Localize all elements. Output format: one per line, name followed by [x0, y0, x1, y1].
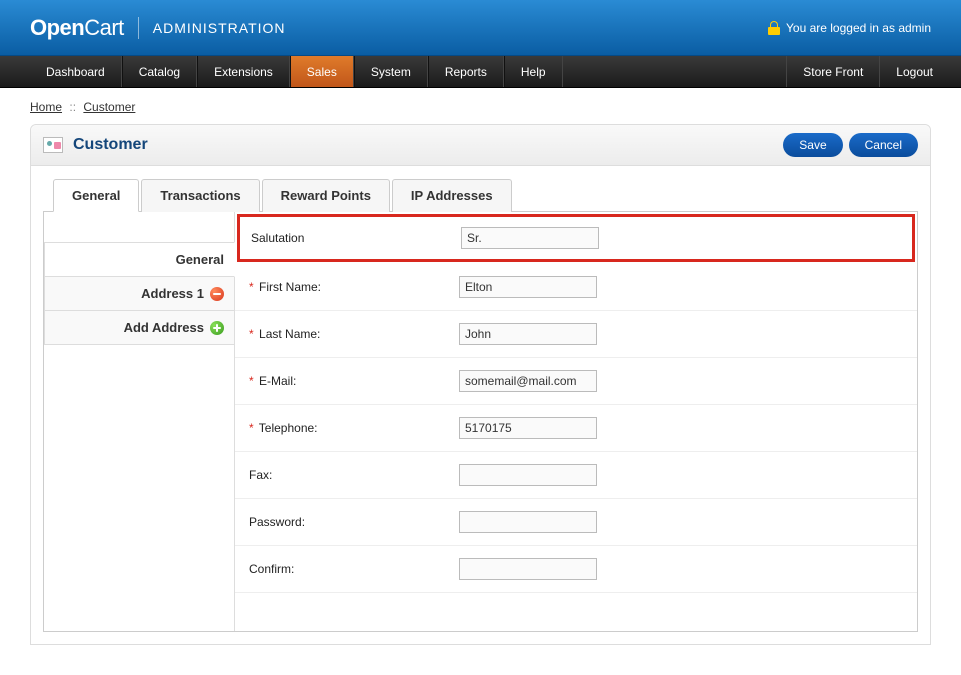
input-confirm[interactable]: [459, 558, 597, 580]
lock-icon: [768, 21, 780, 35]
nav-item-catalog[interactable]: Catalog: [122, 56, 197, 87]
vtabs: General Address 1 Add Address: [44, 212, 234, 631]
logo-part1: Open: [30, 15, 84, 40]
vtab-general[interactable]: General: [44, 242, 235, 277]
form-area: Salutation* First Name:* Last Name:* E-M…: [234, 212, 917, 631]
box-content: GeneralTransactionsReward PointsIP Addre…: [31, 166, 930, 644]
required-marker: *: [249, 280, 254, 294]
breadcrumb-sep: ::: [69, 100, 76, 114]
required-marker: *: [249, 421, 254, 435]
tabs: GeneralTransactionsReward PointsIP Addre…: [43, 178, 918, 212]
input-e-mail[interactable]: [459, 370, 597, 392]
customer-icon: [43, 137, 63, 153]
field-label-text: Confirm:: [249, 562, 294, 576]
form-row-telephone: * Telephone:: [235, 405, 917, 452]
form-row-fax: Fax:: [235, 452, 917, 499]
tab-transactions[interactable]: Transactions: [141, 179, 259, 212]
nav-item-store-front[interactable]: Store Front: [786, 56, 879, 87]
field-label-text: Salutation: [251, 231, 304, 245]
tab-general[interactable]: General: [53, 179, 139, 212]
tab-reward-points[interactable]: Reward Points: [262, 179, 390, 212]
remove-icon[interactable]: [210, 287, 224, 301]
nav-item-logout[interactable]: Logout: [879, 56, 949, 87]
field-label: Fax:: [249, 468, 459, 482]
field-label-text: Password:: [249, 515, 305, 529]
field-label: Password:: [249, 515, 459, 529]
nav-item-system[interactable]: System: [354, 56, 428, 87]
nav-item-extensions[interactable]: Extensions: [197, 56, 290, 87]
vtab-general-label: General: [176, 252, 224, 267]
nav-item-sales[interactable]: Sales: [290, 56, 354, 87]
form-row-e-mail: * E-Mail:: [235, 358, 917, 405]
login-status-text: You are logged in as admin: [786, 21, 931, 35]
header-subtitle: ADMINISTRATION: [153, 20, 286, 36]
content: Customer Save Cancel GeneralTransactions…: [0, 124, 961, 675]
input-fax[interactable]: [459, 464, 597, 486]
vtab-address-1[interactable]: Address 1: [44, 276, 234, 311]
field-label-text: First Name:: [259, 280, 321, 294]
cancel-button[interactable]: Cancel: [849, 133, 918, 157]
vtab-add-label: Add Address: [124, 320, 204, 335]
header: OpenCart ADMINISTRATION You are logged i…: [0, 0, 961, 56]
field-label-text: E-Mail:: [259, 374, 296, 388]
box: Customer Save Cancel GeneralTransactions…: [30, 124, 931, 645]
breadcrumb: Home :: Customer: [0, 88, 961, 124]
nav-item-dashboard[interactable]: Dashboard: [30, 56, 122, 87]
box-heading: Customer Save Cancel: [31, 125, 930, 166]
add-icon[interactable]: [210, 321, 224, 335]
field-label: Confirm:: [249, 562, 459, 576]
vtab-add-address[interactable]: Add Address: [44, 310, 234, 345]
field-label: * First Name:: [249, 280, 459, 294]
required-marker: *: [249, 374, 254, 388]
field-label: * Telephone:: [249, 421, 459, 435]
page-title: Customer: [73, 136, 777, 154]
nav-item-reports[interactable]: Reports: [428, 56, 504, 87]
input-password[interactable]: [459, 511, 597, 533]
logo[interactable]: OpenCart: [30, 15, 124, 41]
login-status: You are logged in as admin: [768, 21, 931, 35]
field-label-text: Telephone:: [259, 421, 318, 435]
breadcrumb-customer[interactable]: Customer: [83, 100, 135, 114]
input-last-name[interactable]: [459, 323, 597, 345]
field-label: * Last Name:: [249, 327, 459, 341]
logo-part2: Cart: [84, 15, 124, 40]
nav-item-help[interactable]: Help: [504, 56, 563, 87]
input-salutation[interactable]: [461, 227, 599, 249]
input-telephone[interactable]: [459, 417, 597, 439]
field-label: Salutation: [251, 231, 461, 245]
tab-body: General Address 1 Add Address Salutation…: [43, 212, 918, 632]
form-row-first-name: * First Name:: [235, 264, 917, 311]
main-nav: DashboardCatalogExtensionsSalesSystemRep…: [0, 56, 961, 88]
field-label: * E-Mail:: [249, 374, 459, 388]
form-row-password: Password:: [235, 499, 917, 546]
input-first-name[interactable]: [459, 276, 597, 298]
save-button[interactable]: Save: [783, 133, 842, 157]
breadcrumb-home[interactable]: Home: [30, 100, 62, 114]
form-row-last-name: * Last Name:: [235, 311, 917, 358]
form-row-confirm: Confirm:: [235, 546, 917, 593]
field-label-text: Last Name:: [259, 327, 320, 341]
vtab-address-label: Address 1: [141, 286, 204, 301]
required-marker: *: [249, 327, 254, 341]
form-row-salutation: Salutation: [237, 214, 915, 262]
field-label-text: Fax:: [249, 468, 272, 482]
tab-ip-addresses[interactable]: IP Addresses: [392, 179, 512, 212]
header-divider: [138, 17, 139, 39]
